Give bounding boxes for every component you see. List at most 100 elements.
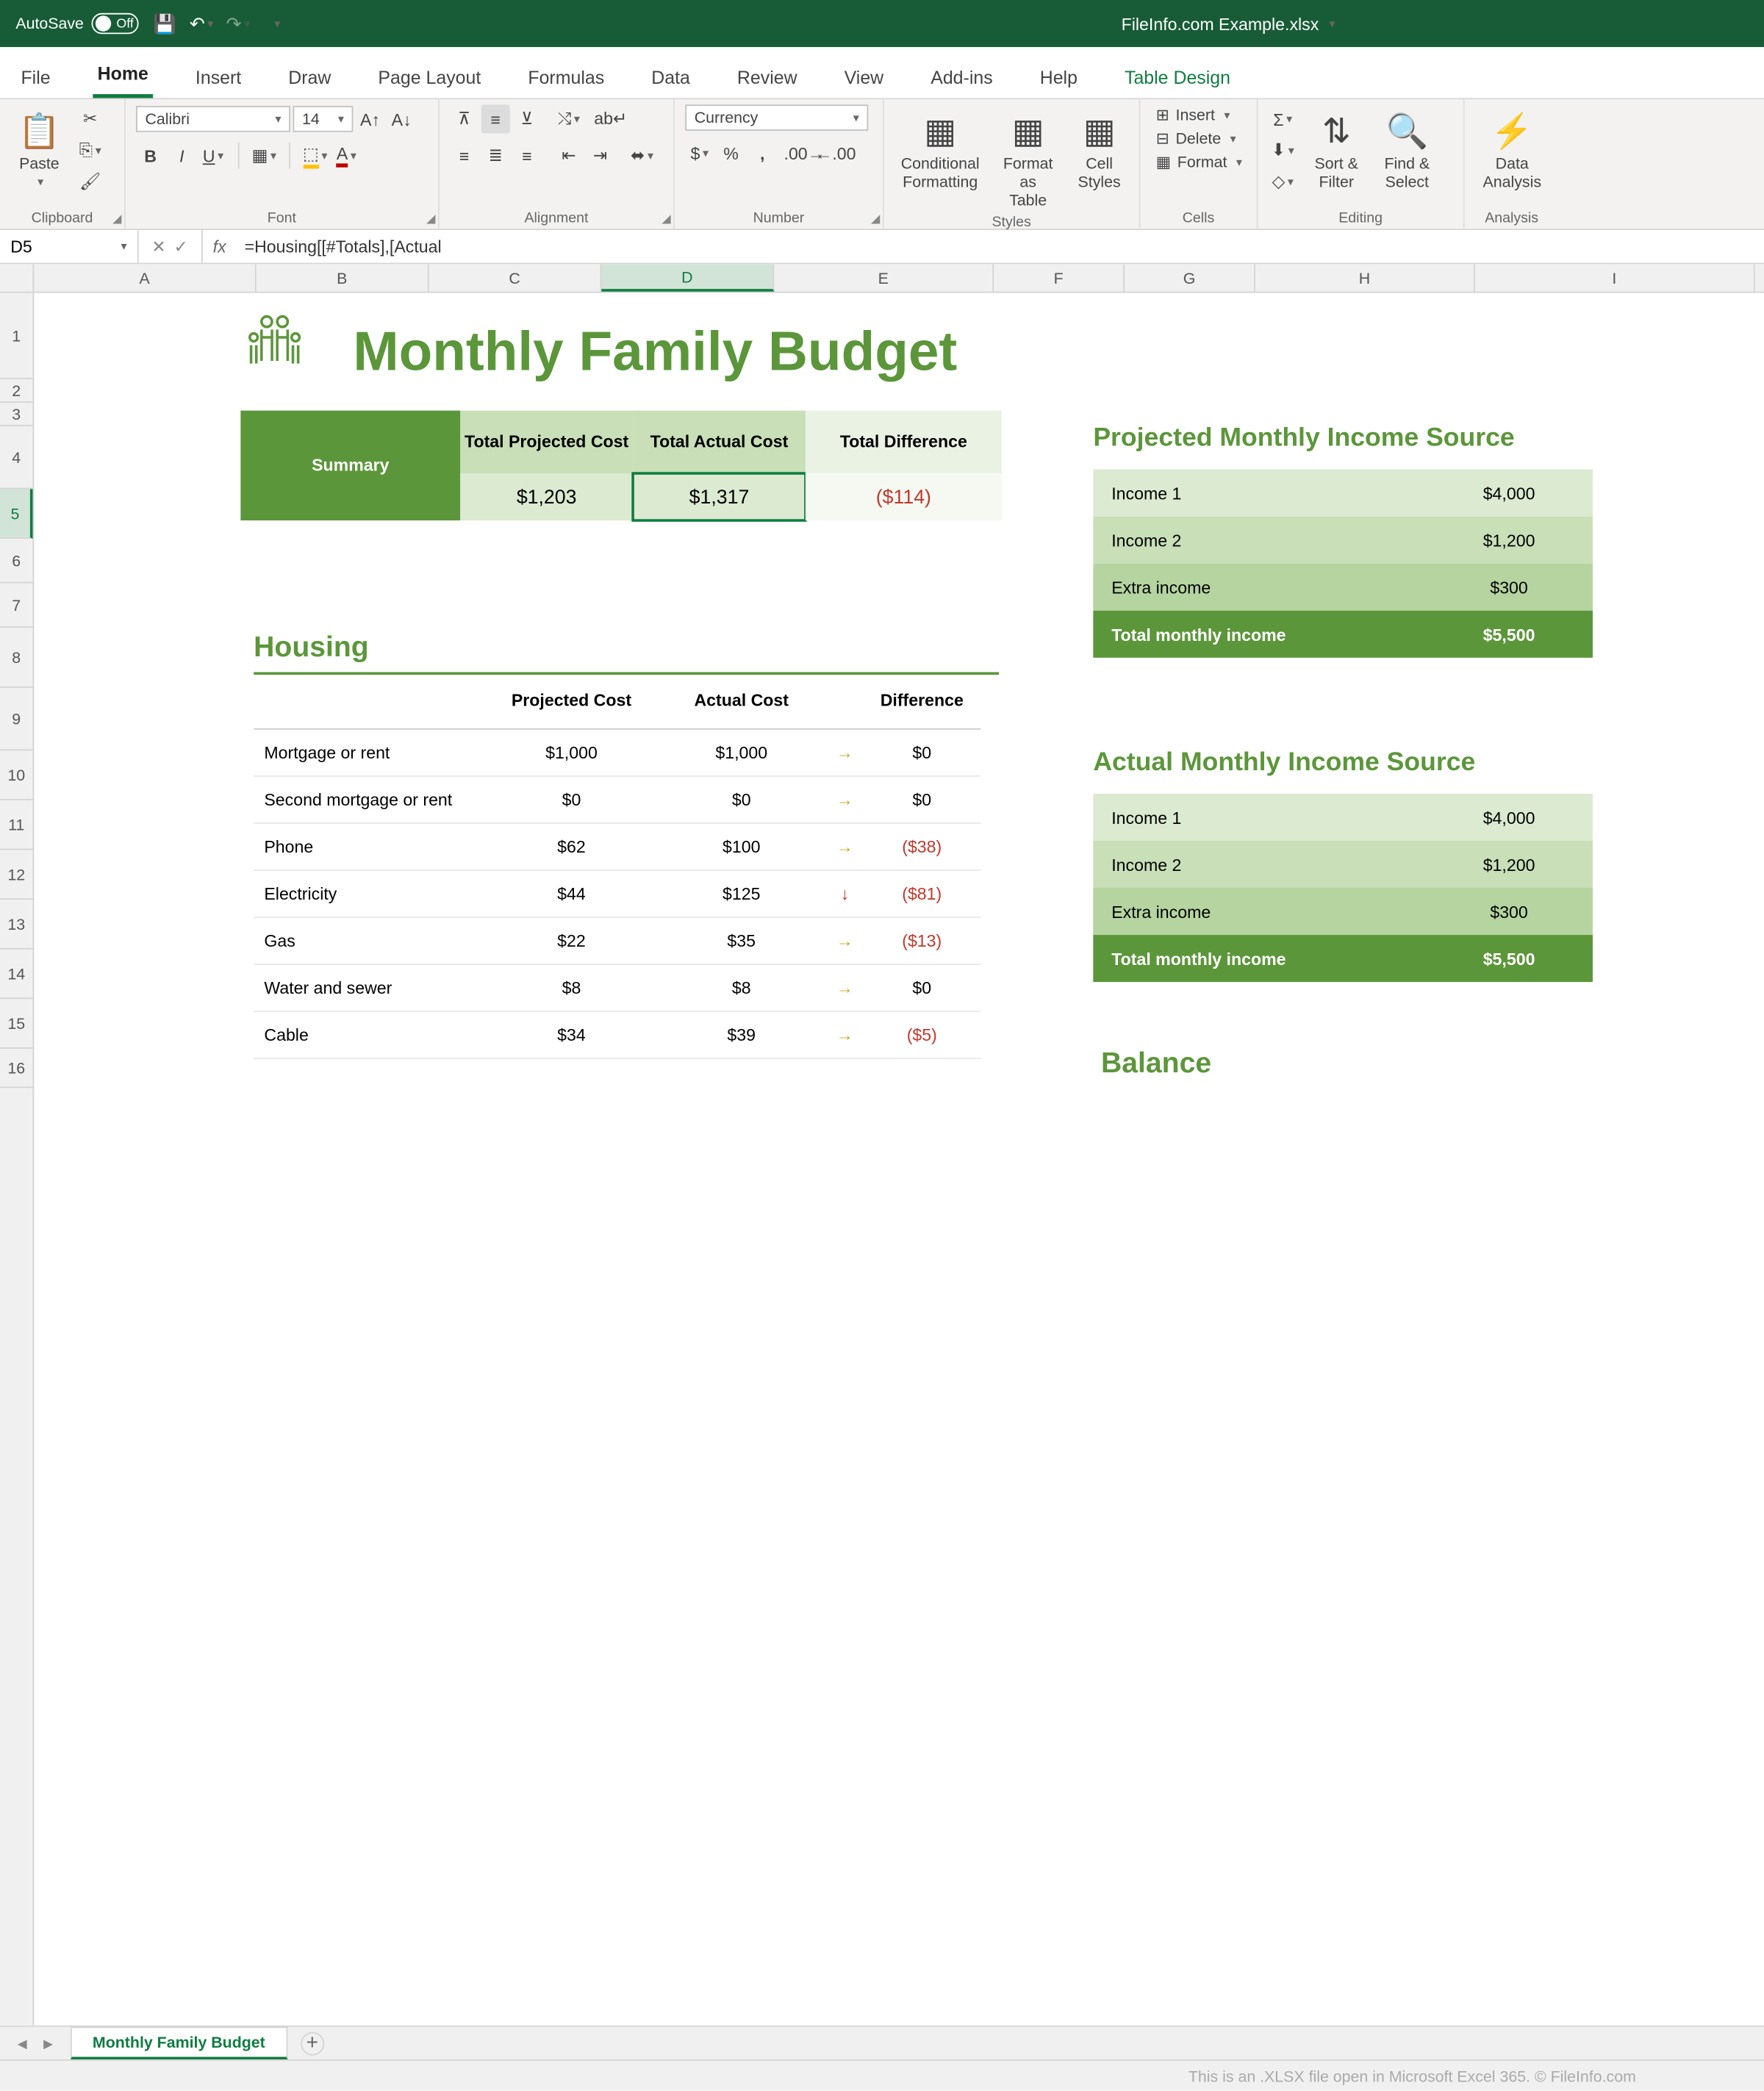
tab-file[interactable]: File xyxy=(15,57,55,98)
number-format-combo[interactable]: Currency▾ xyxy=(685,104,868,131)
row-header-12[interactable]: 12 xyxy=(0,850,32,900)
row-header-4[interactable]: 4 xyxy=(0,426,32,489)
alignment-expand-icon[interactable]: ◢ xyxy=(662,212,670,226)
format-painter-button[interactable]: 🖌 xyxy=(76,168,104,196)
income-row[interactable]: Total monthly income$5,500 xyxy=(1093,935,1593,982)
paste-button[interactable]: 📋Paste▾ xyxy=(10,104,68,195)
housing-row[interactable]: Second mortgage or rent $0 $0 → $0 xyxy=(254,777,980,824)
format-cells-button[interactable]: ▦Format▾ xyxy=(1151,151,1247,172)
row-header-7[interactable]: 7 xyxy=(0,583,32,627)
tab-addins[interactable]: Add-ins xyxy=(925,57,998,98)
tab-help[interactable]: Help xyxy=(1035,57,1083,98)
cell-styles-button[interactable]: ▦Cell Styles xyxy=(1070,104,1128,196)
align-bottom-icon[interactable]: ⊻ xyxy=(512,104,541,133)
col-header-I[interactable]: I xyxy=(1475,264,1755,291)
tab-view[interactable]: View xyxy=(839,57,889,98)
tab-table-design[interactable]: Table Design xyxy=(1119,57,1236,98)
select-all-corner[interactable] xyxy=(0,264,34,293)
data-analysis-button[interactable]: ⚡Data Analysis xyxy=(1475,104,1549,196)
col-header-A[interactable]: A xyxy=(34,264,256,291)
delete-cells-button[interactable]: ⊟Delete▾ xyxy=(1151,128,1241,148)
row-header-5[interactable]: 5 xyxy=(0,489,32,539)
font-color-button[interactable]: A▾ xyxy=(332,141,361,170)
align-left-icon[interactable]: ≡ xyxy=(450,141,478,170)
col-header-C[interactable]: C xyxy=(429,264,602,291)
find-select-button[interactable]: 🔍Find & Select xyxy=(1376,104,1438,196)
row-header-2[interactable]: 2 xyxy=(0,379,32,403)
clipboard-expand-icon[interactable]: ◢ xyxy=(112,212,121,226)
housing-row[interactable]: Cable $34 $39 → ($5) xyxy=(254,1012,980,1059)
housing-row[interactable]: Water and sewer $8 $8 → $0 xyxy=(254,965,980,1012)
redo-icon[interactable]: ↷▾ xyxy=(228,13,248,34)
clear-icon[interactable]: ◇▾ xyxy=(1269,168,1297,196)
font-name-combo[interactable]: Calibri▾ xyxy=(136,106,290,132)
save-icon[interactable]: 💾 xyxy=(154,13,175,34)
undo-icon[interactable]: ↶▾ xyxy=(191,13,212,34)
housing-row[interactable]: Phone $62 $100 → ($38) xyxy=(254,824,980,871)
summary-diff[interactable]: ($114) xyxy=(806,473,1002,520)
decrease-indent-icon[interactable]: ⇤ xyxy=(554,141,583,170)
col-header-B[interactable]: B xyxy=(257,264,429,291)
tab-formulas[interactable]: Formulas xyxy=(523,57,609,98)
income-row[interactable]: Income 1$4,000 xyxy=(1093,794,1593,841)
percent-format-icon[interactable]: % xyxy=(717,139,745,168)
formula-enter-icon[interactable]: ✓ xyxy=(173,236,187,257)
borders-button[interactable]: ▦▾ xyxy=(250,141,279,170)
align-right-icon[interactable]: ≡ xyxy=(512,141,541,170)
summary-projected[interactable]: $1,203 xyxy=(460,473,633,520)
sort-filter-button[interactable]: ⇅Sort & Filter xyxy=(1305,104,1368,196)
increase-font-icon[interactable]: A↑ xyxy=(356,104,384,133)
sheet-nav-prev-icon[interactable]: ◄ xyxy=(10,2034,34,2052)
row-header-11[interactable]: 11 xyxy=(0,800,32,850)
merge-center-icon[interactable]: ⬌▾ xyxy=(628,141,656,170)
sheet-nav-next-icon[interactable]: ► xyxy=(37,2034,60,2052)
wrap-text-icon[interactable]: ab↵ xyxy=(596,104,625,133)
fx-icon[interactable]: fx xyxy=(202,237,236,257)
name-box[interactable]: D5▾ xyxy=(0,230,139,262)
increase-decimal-icon[interactable]: .00→ xyxy=(790,139,819,168)
row-header-3[interactable]: 3 xyxy=(0,403,32,426)
formula-cancel-icon[interactable]: ✕ xyxy=(151,236,165,257)
decrease-decimal-icon[interactable]: ←.00 xyxy=(821,139,850,168)
font-size-combo[interactable]: 14▾ xyxy=(293,106,354,132)
income-row[interactable]: Income 1$4,000 xyxy=(1093,470,1593,517)
italic-button[interactable]: I xyxy=(168,141,196,170)
sheet-tab-active[interactable]: Monthly Family Budget xyxy=(71,2027,287,2059)
row-header-9[interactable]: 9 xyxy=(0,688,32,750)
tab-home[interactable]: Home xyxy=(93,52,154,98)
font-expand-icon[interactable]: ◢ xyxy=(426,212,435,226)
col-header-G[interactable]: G xyxy=(1125,264,1255,291)
autosave-toggle[interactable]: AutoSave Off xyxy=(15,13,138,34)
sheet[interactable]: Monthly Family Budget Summary Total Proj… xyxy=(34,293,1764,2026)
align-top-icon[interactable]: ⊼ xyxy=(450,104,478,133)
row-header-16[interactable]: 16 xyxy=(0,1049,32,1088)
orientation-icon[interactable]: ⤭▾ xyxy=(554,104,583,133)
row-header-6[interactable]: 6 xyxy=(0,539,32,583)
comma-format-icon[interactable]: , xyxy=(748,139,777,168)
tab-page-layout[interactable]: Page Layout xyxy=(373,57,486,98)
autosum-icon[interactable]: Σ▾ xyxy=(1269,104,1297,133)
row-header-1[interactable]: 1 xyxy=(0,293,32,379)
row-header-14[interactable]: 14 xyxy=(0,950,32,1000)
filename[interactable]: FileInfo.com Example.xlsx▾ xyxy=(287,14,1764,34)
cut-button[interactable]: ✂ xyxy=(76,104,104,133)
housing-row[interactable]: Electricity $44 $125 ↓ ($81) xyxy=(254,871,980,918)
insert-cells-button[interactable]: ⊞Insert▾ xyxy=(1151,104,1236,125)
tab-review[interactable]: Review xyxy=(732,57,803,98)
row-header-10[interactable]: 10 xyxy=(0,750,32,800)
income-row[interactable]: Income 2$1,200 xyxy=(1093,517,1593,564)
format-as-table-button[interactable]: ▦Format as Table xyxy=(994,104,1062,214)
summary-actual[interactable]: $1,317 xyxy=(633,473,806,520)
underline-button[interactable]: U▾ xyxy=(198,141,227,170)
accounting-format-icon[interactable]: $▾ xyxy=(685,139,714,168)
copy-button[interactable]: ⎘▾ xyxy=(76,136,104,165)
bold-button[interactable]: B xyxy=(136,141,165,170)
decrease-font-icon[interactable]: A↓ xyxy=(387,104,416,133)
col-header-E[interactable]: E xyxy=(774,264,994,291)
conditional-formatting-button[interactable]: ▦Conditional Formatting xyxy=(894,104,986,196)
income-row[interactable]: Extra income$300 xyxy=(1093,888,1593,935)
row-header-15[interactable]: 15 xyxy=(0,999,32,1049)
housing-row[interactable]: Mortgage or rent $1,000 $1,000 → $0 xyxy=(254,730,980,777)
fill-icon[interactable]: ⬇▾ xyxy=(1269,136,1297,165)
add-sheet-icon[interactable]: + xyxy=(301,2031,324,2055)
